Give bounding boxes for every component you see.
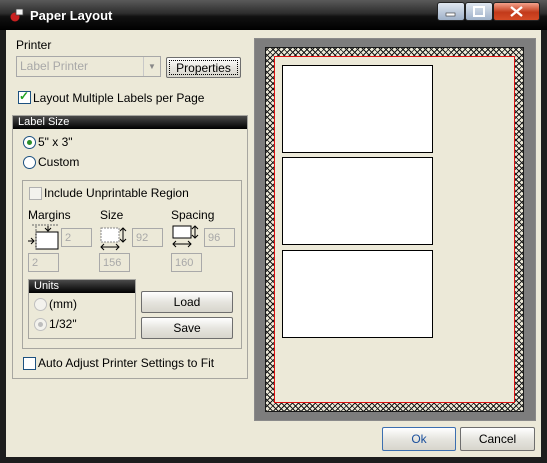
auto-adjust-checkbox[interactable] xyxy=(23,357,36,370)
window-title: Paper Layout xyxy=(30,8,113,23)
layout-multiple-checkbox[interactable] xyxy=(18,89,31,104)
printer-label: Printer xyxy=(16,38,52,52)
margins-label: Margins xyxy=(28,208,71,222)
chevron-down-icon: ▼ xyxy=(143,57,160,76)
units-32nds-radio[interactable] xyxy=(34,318,47,331)
size-5x3-radio[interactable] xyxy=(23,136,36,149)
maximize-icon xyxy=(473,6,485,17)
save-button-label: Save xyxy=(173,321,201,335)
spacing-vertical-input[interactable]: 96 xyxy=(204,228,235,247)
dialog-body: Printer Label Printer ▼ Properties Layou… xyxy=(6,30,541,457)
units-group: Units (mm) 1/32" xyxy=(28,279,136,339)
printable-area xyxy=(274,56,515,403)
size-width-input[interactable]: 156 xyxy=(99,253,130,272)
cancel-button[interactable]: Cancel xyxy=(460,427,535,451)
layout-multiple-label: Layout Multiple Labels per Page xyxy=(33,91,205,105)
include-unprintable-label: Include Unprintable Region xyxy=(44,186,189,200)
label-preview xyxy=(282,65,433,153)
size-label: Size xyxy=(100,208,124,222)
ok-button[interactable]: Ok xyxy=(382,427,456,451)
spacing-horizontal-input[interactable]: 160 xyxy=(171,253,202,272)
units-header: Units xyxy=(29,280,135,293)
size-icon xyxy=(100,227,127,251)
load-button[interactable]: Load xyxy=(141,291,233,313)
paper-layout-window: Paper Layout Printer Label Printer ▼ Pro… xyxy=(0,0,547,463)
page-preview xyxy=(254,38,536,421)
spacing-label: Spacing xyxy=(171,208,215,222)
size-height-input[interactable]: 92 xyxy=(132,228,163,247)
spacing-icon xyxy=(172,225,199,248)
auto-adjust-label: Auto Adjust Printer Settings to Fit xyxy=(38,356,215,370)
size-custom-label: Custom xyxy=(38,155,80,169)
units-mm-label: (mm) xyxy=(49,297,77,311)
printer-select-value: Label Printer xyxy=(20,59,89,73)
properties-button[interactable]: Properties xyxy=(166,57,241,78)
label-preview xyxy=(282,250,433,338)
label-size-group: Label Size 5" x 3" Custom Include Unprin… xyxy=(12,115,248,379)
app-icon xyxy=(10,8,24,22)
maximize-button[interactable] xyxy=(465,2,493,21)
save-button[interactable]: Save xyxy=(141,317,233,339)
title-bar[interactable]: Paper Layout xyxy=(0,0,547,30)
include-unprintable-checkbox[interactable] xyxy=(29,187,42,200)
printer-select[interactable]: Label Printer ▼ xyxy=(16,56,161,77)
margins-icon xyxy=(28,224,59,250)
close-icon xyxy=(510,6,523,17)
load-button-label: Load xyxy=(173,295,201,309)
label-size-header: Label Size xyxy=(13,116,247,129)
margin-top-input[interactable]: 2 xyxy=(61,228,92,247)
minimize-button[interactable] xyxy=(437,2,465,21)
size-custom-radio[interactable] xyxy=(23,156,36,169)
cancel-button-label: Cancel xyxy=(478,432,517,446)
properties-button-label: Properties xyxy=(176,60,231,75)
size-5x3-label: 5" x 3" xyxy=(38,135,73,149)
custom-settings-group: Include Unprintable Region Margins Size … xyxy=(22,180,242,349)
margin-left-input[interactable]: 2 xyxy=(28,253,59,272)
paper-sheet xyxy=(265,47,524,412)
units-mm-radio[interactable] xyxy=(34,298,47,311)
label-preview xyxy=(282,157,433,245)
minimize-icon xyxy=(445,12,456,17)
ok-button-label: Ok xyxy=(411,432,427,446)
close-button[interactable] xyxy=(493,2,540,21)
units-32nds-label: 1/32" xyxy=(49,317,77,331)
